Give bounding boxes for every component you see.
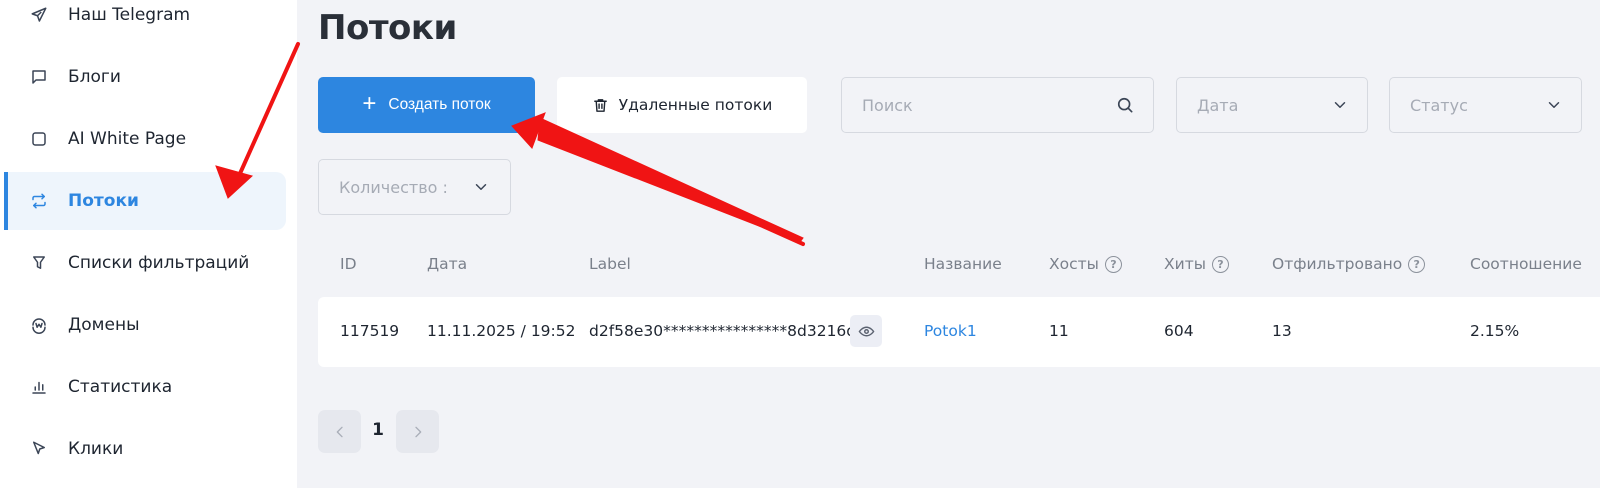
cell-hits: 604	[1164, 322, 1194, 340]
sidebar-item-label: Блоги	[68, 67, 121, 87]
column-header-name: Название	[924, 255, 1002, 273]
page-icon	[28, 128, 50, 150]
search-placeholder: Поиск	[862, 95, 913, 115]
annotation-arrow-create-tail	[537, 117, 804, 243]
sidebar-item-label: Потоки	[68, 191, 139, 211]
eye-icon[interactable]	[850, 315, 882, 347]
chevron-right-icon	[410, 424, 426, 440]
cursor-icon	[28, 438, 50, 460]
help-icon[interactable]: ?	[1211, 255, 1229, 273]
quantity-placeholder: Количество :	[339, 177, 448, 197]
chevron-down-icon	[1331, 96, 1349, 114]
help-icon[interactable]: ?	[1408, 255, 1426, 273]
cell-date: 11.11.2025 / 19:52	[427, 322, 576, 340]
date-select[interactable]: Дата	[1176, 77, 1368, 133]
flow-icon	[28, 190, 50, 212]
column-header-ratio: Соотношение	[1470, 255, 1582, 273]
chart-icon	[28, 376, 50, 398]
telegram-icon	[28, 4, 50, 26]
create-flow-button[interactable]: + Создать поток	[318, 77, 535, 133]
quantity-select[interactable]: Количество :	[318, 159, 511, 215]
sidebar-item-label: Домены	[68, 315, 140, 335]
deleted-flows-label: Удаленные потоки	[618, 96, 773, 114]
sidebar-item-label: Наш Telegram	[68, 5, 191, 25]
sidebar-item-blogs[interactable]: Блоги	[4, 48, 286, 106]
column-header-label: Label	[589, 255, 631, 273]
prev-page-button[interactable]	[318, 410, 361, 453]
status-placeholder: Статус	[1410, 95, 1468, 115]
trash-icon	[592, 97, 609, 114]
status-select[interactable]: Статус	[1389, 77, 1582, 133]
sidebar-item-statistics[interactable]: Статистика	[4, 358, 286, 416]
search-icon[interactable]	[1115, 95, 1135, 115]
chevron-left-icon	[332, 424, 348, 440]
search-input[interactable]: Поиск	[841, 77, 1154, 133]
column-header-hosts: Хосты ?	[1049, 255, 1122, 273]
cell-name-link[interactable]: Potok1	[924, 322, 977, 340]
chevron-down-icon	[472, 178, 490, 196]
annotation-arrow-create	[546, 128, 805, 246]
sidebar-item-label: Списки фильтраций	[68, 253, 250, 273]
column-header-id: ID	[340, 255, 357, 273]
domain-icon	[28, 314, 50, 336]
table-row[interactable]: 117519 11.11.2025 / 19:52 d2f58e30******…	[318, 297, 1600, 367]
plus-icon: +	[362, 90, 377, 117]
chat-icon	[28, 66, 50, 88]
column-header-hits: Хиты ?	[1164, 255, 1229, 273]
current-page[interactable]: 1	[370, 420, 386, 440]
cell-filtered: 13	[1272, 322, 1292, 340]
sidebar-item-clicks[interactable]: Клики	[4, 420, 286, 478]
sidebar-item-label: Клики	[68, 439, 124, 459]
create-flow-label: Создать поток	[388, 96, 491, 113]
sidebar-item-telegram[interactable]: Наш Telegram	[4, 0, 286, 44]
cell-hosts: 11	[1049, 322, 1069, 340]
cell-id: 117519	[340, 322, 400, 340]
sidebar-item-domains[interactable]: Домены	[4, 296, 286, 354]
page-title: Потоки	[318, 8, 457, 48]
help-icon[interactable]: ?	[1104, 255, 1122, 273]
filter-icon	[28, 252, 50, 274]
column-header-filtered: Отфильтровано ?	[1272, 255, 1426, 273]
date-placeholder: Дата	[1197, 95, 1239, 115]
deleted-flows-button[interactable]: Удаленные потоки	[557, 77, 807, 133]
cell-label: d2f58e30****************8d3216de	[589, 322, 866, 340]
chevron-down-icon	[1545, 96, 1563, 114]
sidebar-item-label: Статистика	[68, 377, 173, 397]
sidebar-item-label: AI White Page	[68, 129, 187, 149]
sidebar: Наш Telegram Блоги AI White Page Потоки …	[0, 0, 297, 488]
column-header-date: Дата	[427, 255, 468, 273]
cell-ratio: 2.15%	[1470, 322, 1520, 340]
sidebar-item-filter-lists[interactable]: Списки фильтраций	[4, 234, 286, 292]
sidebar-item-ai-white-page[interactable]: AI White Page	[4, 110, 286, 168]
next-page-button[interactable]	[396, 410, 439, 453]
sidebar-item-flows[interactable]: Потоки	[4, 172, 286, 230]
